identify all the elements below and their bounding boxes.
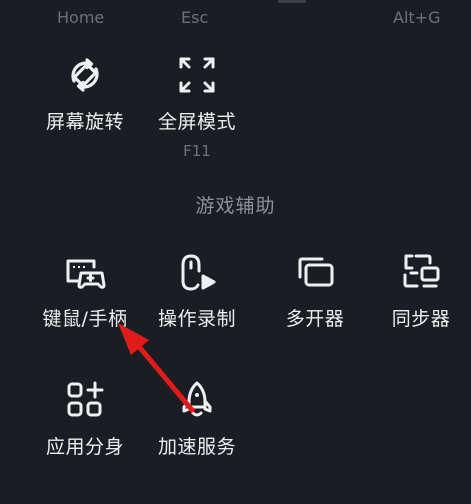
acceleration-service-label: 加速服务 [157, 436, 236, 458]
synchronizer-label: 同步器 [391, 308, 451, 330]
game-sidebar-panel: Home Esc Alt+G 屏幕旋转 全屏模式 F11 游戏辅助 键鼠/手柄 … [0, 0, 471, 504]
operation-record-label: 操作录制 [157, 308, 236, 330]
multi-instance-label: 多开器 [285, 308, 345, 330]
keyboard-gamepad-icon [63, 250, 107, 294]
section-title-game-assist: 游戏辅助 [195, 195, 276, 217]
fullscreen-icon [175, 53, 219, 97]
app-clone-icon [63, 378, 107, 422]
synchronizer-icon [399, 250, 443, 294]
shortcut-hint-home: Home [57, 8, 105, 27]
multi-instance-icon [293, 250, 337, 294]
synchronizer-button[interactable]: 同步器 [366, 250, 471, 360]
screen-rotate-icon [63, 53, 107, 97]
rocket-icon [175, 378, 219, 422]
fullscreen-shortcut-label: F11 [183, 142, 211, 160]
operation-record-button[interactable]: 操作录制 [142, 250, 252, 360]
acceleration-service-button[interactable]: 加速服务 [142, 378, 252, 488]
screen-rotate-label: 屏幕旋转 [45, 111, 124, 133]
shortcut-hint-esc: Esc [181, 8, 209, 27]
operation-record-icon [175, 250, 219, 294]
multi-instance-button[interactable]: 多开器 [260, 250, 370, 360]
screen-rotate-button[interactable]: 屏幕旋转 [30, 53, 140, 163]
app-clone-label: 应用分身 [45, 436, 124, 458]
app-clone-button[interactable]: 应用分身 [30, 378, 140, 488]
divider [278, 0, 306, 3]
keyboard-gamepad-button[interactable]: 键鼠/手柄 [30, 250, 140, 360]
keyboard-gamepad-label: 键鼠/手柄 [42, 308, 128, 330]
fullscreen-mode-button[interactable]: 全屏模式 F11 [142, 53, 252, 163]
fullscreen-mode-label: 全屏模式 [157, 111, 236, 133]
shortcut-hint-alt-g: Alt+G [393, 8, 441, 27]
